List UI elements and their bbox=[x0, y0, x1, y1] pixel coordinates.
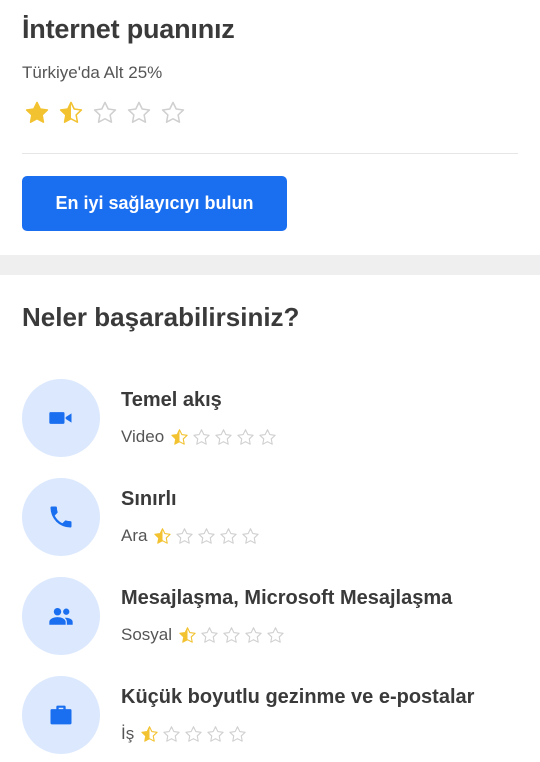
star-half-icon bbox=[179, 626, 196, 643]
star-half-icon bbox=[171, 428, 188, 445]
find-provider-button[interactable]: En iyi sağlayıcıyı bulun bbox=[22, 176, 287, 231]
star-empty-icon bbox=[245, 626, 262, 643]
section-title: Neler başarabilirsiniz? bbox=[22, 302, 300, 332]
list-item: Küçük boyutlu gezinme ve e-postalar İş bbox=[22, 676, 522, 754]
star-empty-icon bbox=[201, 626, 218, 643]
star-empty-icon bbox=[223, 626, 240, 643]
list-item: Sınırlı Ara bbox=[22, 478, 522, 556]
star-empty-icon bbox=[193, 428, 210, 445]
item-title: Mesajlaşma, Microsoft Mesajlaşma bbox=[121, 587, 453, 609]
star-empty-icon bbox=[161, 101, 185, 123]
item-title: Temel akış bbox=[121, 389, 222, 411]
rating-title: İnternet puanınız bbox=[22, 14, 235, 44]
item-category: Ara bbox=[121, 526, 148, 545]
star-empty-icon bbox=[198, 527, 216, 544]
star-half-icon bbox=[154, 527, 172, 544]
item-meta: İş bbox=[121, 724, 247, 744]
briefcase-icon bbox=[22, 676, 100, 754]
item-stars bbox=[153, 527, 260, 546]
star-empty-icon bbox=[163, 725, 180, 742]
star-full-icon bbox=[25, 101, 49, 123]
item-meta: Sosyal bbox=[121, 625, 285, 645]
star-empty-icon bbox=[176, 527, 194, 544]
divider bbox=[22, 153, 518, 154]
list-item: Temel akış Video bbox=[22, 379, 522, 457]
capabilities-section: Neler başarabilirsiniz? Temel akış Video… bbox=[0, 275, 540, 762]
star-empty-icon bbox=[207, 725, 224, 742]
rating-card: İnternet puanınız Türkiye'da Alt 25% En … bbox=[0, 0, 540, 255]
star-empty-icon bbox=[127, 101, 151, 123]
list-item: Mesajlaşma, Microsoft Mesajlaşma Sosyal bbox=[22, 577, 522, 655]
item-meta: Ara bbox=[121, 526, 260, 546]
item-category: İş bbox=[121, 724, 135, 743]
item-category: Video bbox=[121, 427, 165, 446]
star-empty-icon bbox=[242, 527, 260, 544]
rating-subtitle: Türkiye'da Alt 25% bbox=[22, 63, 163, 82]
star-half-icon bbox=[141, 725, 158, 742]
star-empty-icon bbox=[185, 725, 202, 742]
star-half-icon bbox=[59, 101, 83, 123]
star-empty-icon bbox=[237, 428, 254, 445]
rating-stars bbox=[24, 100, 186, 126]
section-separator bbox=[0, 255, 540, 275]
item-stars bbox=[178, 626, 285, 645]
people-icon bbox=[22, 577, 100, 655]
phone-icon bbox=[22, 478, 100, 556]
item-title: Sınırlı bbox=[121, 488, 177, 510]
item-meta: Video bbox=[121, 427, 277, 447]
star-empty-icon bbox=[229, 725, 246, 742]
item-title: Küçük boyutlu gezinme ve e-postalar bbox=[121, 686, 475, 708]
star-empty-icon bbox=[267, 626, 284, 643]
item-category: Sosyal bbox=[121, 625, 173, 644]
star-empty-icon bbox=[220, 527, 238, 544]
star-empty-icon bbox=[259, 428, 276, 445]
star-empty-icon bbox=[93, 101, 117, 123]
item-stars bbox=[140, 725, 247, 744]
video-camera-icon bbox=[22, 379, 100, 457]
star-empty-icon bbox=[215, 428, 232, 445]
item-stars bbox=[170, 428, 277, 447]
